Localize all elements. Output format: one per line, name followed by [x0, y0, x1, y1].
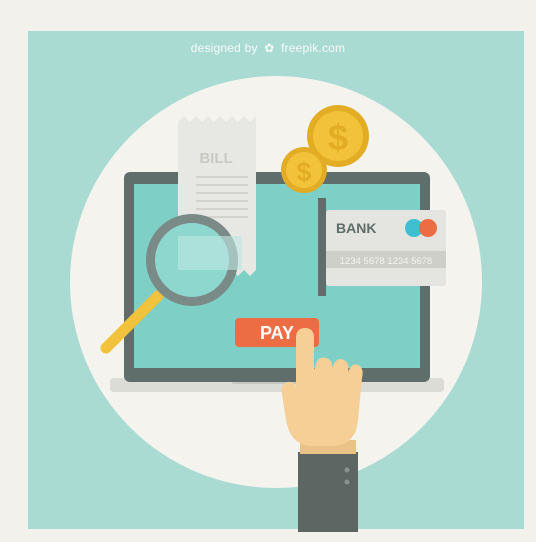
credit-card-icon: BANK 1234 5678 1234 5678	[326, 210, 446, 286]
magnifier-receipt-reflection	[178, 236, 242, 270]
receipt-line	[196, 176, 248, 178]
dollar-coin-icon: $	[281, 147, 327, 193]
sleeve-button	[344, 479, 350, 485]
receipt-line	[196, 200, 248, 202]
coin-small-symbol: $	[296, 157, 311, 187]
card-number: 1234 5678 1234 5678	[340, 256, 432, 267]
screen-divider	[318, 198, 326, 296]
coin-large-symbol: $	[328, 117, 348, 158]
card-brand-circle-orange	[419, 219, 437, 237]
card-bank-label: BANK	[336, 220, 376, 236]
receipt-line	[196, 192, 248, 194]
sleeve-button	[344, 467, 350, 473]
bill-title: BILL	[199, 150, 232, 167]
receipt-line	[196, 184, 248, 186]
pay-button-label: PAY	[260, 323, 294, 343]
sleeve	[298, 452, 358, 532]
payment-illustration: BILL $ $ BANK 1234 5678 1234 5678 PAY	[70, 76, 482, 532]
poster-frame: designed by ✿ freepik.com BILL $ $ BANK …	[0, 0, 536, 542]
receipt-line	[196, 208, 248, 210]
